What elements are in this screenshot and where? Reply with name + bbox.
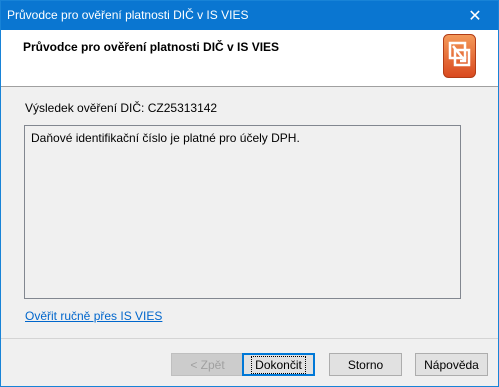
verify-manually-link[interactable]: Ověřit ručně přes IS VIES <box>25 309 162 323</box>
back-button-label: < Zpět <box>190 357 225 372</box>
title-bar[interactable]: Průvodce pro ověření platnosti DIČ v IS … <box>1 1 498 30</box>
wizard-window: Průvodce pro ověření platnosti DIČ v IS … <box>0 0 499 387</box>
footer-divider <box>1 338 498 339</box>
cancel-button-label: Storno <box>347 357 384 372</box>
help-button[interactable]: Nápověda <box>415 353 488 376</box>
back-button[interactable]: < Zpět <box>171 353 244 376</box>
finish-button[interactable]: Dokončit <box>242 353 315 376</box>
wizard-header: Průvodce pro ověření platnosti DIČ v IS … <box>1 30 498 87</box>
cancel-button[interactable]: Storno <box>329 353 402 376</box>
window-title: Průvodce pro ověření platnosti DIČ v IS … <box>7 8 249 22</box>
close-icon[interactable]: ✕ <box>452 1 498 30</box>
help-button-label: Nápověda <box>424 357 479 372</box>
result-message: Daňové identifikační číslo je platné pro… <box>31 131 300 145</box>
result-label: Výsledek ověření DIČ: CZ25313142 <box>25 101 218 115</box>
result-textbox[interactable]: Daňové identifikační číslo je platné pro… <box>24 125 461 299</box>
finish-button-label: Dokončit <box>251 355 306 374</box>
page-title: Průvodce pro ověření platnosti DIČ v IS … <box>23 40 280 54</box>
vies-wizard-logo-icon <box>443 34 476 78</box>
